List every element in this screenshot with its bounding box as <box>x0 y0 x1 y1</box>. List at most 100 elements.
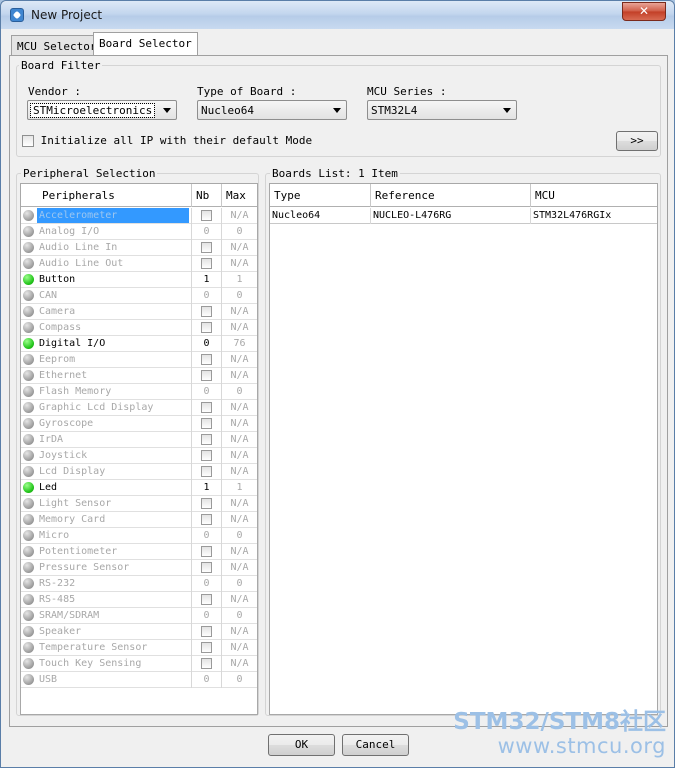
ok-button[interactable]: OK <box>268 734 335 756</box>
peripheral-checkbox[interactable] <box>201 354 212 365</box>
column-reference[interactable]: Reference <box>371 184 531 207</box>
peripheral-name-cell: Flash Memory <box>21 384 192 400</box>
tab-mcu-selector[interactable]: MCU Selector <box>11 35 103 56</box>
table-row[interactable]: Light Sensor N/A <box>21 496 257 512</box>
peripheral-name-cell: Analog I/O <box>21 224 192 240</box>
peripheral-checkbox[interactable] <box>201 562 212 573</box>
peripheral-nb-cell <box>192 320 222 336</box>
table-row[interactable]: Nucleo64 NUCLEO-L476RG STM32L476RGIx <box>270 208 657 224</box>
peripheral-checkbox[interactable] <box>201 658 212 669</box>
peripheral-name: Light Sensor <box>39 498 112 509</box>
column-type[interactable]: Type <box>270 184 371 207</box>
table-row[interactable]: Camera N/A <box>21 304 257 320</box>
peripheral-checkbox[interactable] <box>201 514 212 525</box>
table-row[interactable]: RS-232 0 0 <box>21 576 257 592</box>
status-inactive-icon <box>23 578 34 589</box>
peripheral-max-value: 1 <box>236 274 243 285</box>
status-inactive-icon <box>23 466 34 477</box>
status-inactive-icon <box>23 530 34 541</box>
table-row[interactable]: Ethernet N/A <box>21 368 257 384</box>
peripheral-checkbox[interactable] <box>201 306 212 317</box>
peripheral-checkbox[interactable] <box>201 642 212 653</box>
peripheral-checkbox[interactable] <box>201 450 212 461</box>
peripheral-name: IrDA <box>39 434 64 445</box>
peripheral-checkbox[interactable] <box>201 466 212 477</box>
peripheral-checkbox[interactable] <box>201 370 212 381</box>
table-row[interactable]: RS-485 N/A <box>21 592 257 608</box>
peripheral-nb-value[interactable]: 1 <box>192 480 222 496</box>
table-row[interactable]: Graphic Lcd Display N/A <box>21 400 257 416</box>
status-inactive-icon <box>23 562 34 573</box>
table-row[interactable]: Analog I/O 0 0 <box>21 224 257 240</box>
init-ip-checkbox[interactable] <box>22 135 34 147</box>
peripheral-name-cell: RS-485 <box>21 592 192 608</box>
column-mcu[interactable]: MCU <box>531 184 657 207</box>
column-peripherals[interactable]: Peripherals <box>21 184 192 207</box>
peripheral-checkbox[interactable] <box>201 626 212 637</box>
table-row[interactable]: Speaker N/A <box>21 624 257 640</box>
peripheral-checkbox[interactable] <box>201 434 212 445</box>
title-bar[interactable]: New Project ✕ <box>1 1 674 29</box>
table-row[interactable]: Gyroscope N/A <box>21 416 257 432</box>
tab-board-selector[interactable]: Board Selector <box>93 32 198 56</box>
peripheral-nb-value: 0 <box>192 576 222 592</box>
table-row[interactable]: Joystick N/A <box>21 448 257 464</box>
table-row[interactable]: Accelerometer N/A <box>21 208 257 224</box>
peripheral-name: Touch Key Sensing <box>39 658 142 669</box>
vendor-select[interactable]: STMicroelectronics <box>27 100 177 120</box>
peripheral-checkbox[interactable] <box>201 242 212 253</box>
peripheral-max-value: N/A <box>230 354 249 365</box>
table-row[interactable]: Temperature Sensor N/A <box>21 640 257 656</box>
status-inactive-icon <box>23 642 34 653</box>
table-row[interactable]: Pressure Sensor N/A <box>21 560 257 576</box>
type-of-board-select[interactable]: Nucleo64 <box>197 100 347 120</box>
peripheral-nb-value: 0 <box>192 528 222 544</box>
column-max[interactable]: Max <box>222 184 257 207</box>
peripheral-name-cell: Audio Line Out <box>21 256 192 272</box>
peripheral-checkbox[interactable] <box>201 258 212 269</box>
peripheral-max-value: N/A <box>230 498 249 509</box>
table-row[interactable]: Eeprom N/A <box>21 352 257 368</box>
peripheral-nb-cell <box>192 544 222 560</box>
table-row[interactable]: IrDA N/A <box>21 432 257 448</box>
window-title: New Project <box>31 8 103 22</box>
table-row[interactable]: Audio Line In N/A <box>21 240 257 256</box>
peripheral-nb-value: 0 <box>192 608 222 624</box>
peripheral-max-value: 0 <box>236 610 243 621</box>
table-row[interactable]: SRAM/SDRAM 0 0 <box>21 608 257 624</box>
peripheral-checkbox[interactable] <box>201 546 212 557</box>
close-button[interactable]: ✕ <box>622 2 666 21</box>
peripheral-checkbox[interactable] <box>201 210 212 221</box>
mcu-series-select[interactable]: STM32L4 <box>367 100 517 120</box>
table-row[interactable]: Lcd Display N/A <box>21 464 257 480</box>
table-row[interactable]: Digital I/O 0 76 <box>21 336 257 352</box>
table-row[interactable]: Touch Key Sensing N/A <box>21 656 257 672</box>
peripheral-checkbox[interactable] <box>201 498 212 509</box>
peripheral-checkbox[interactable] <box>201 594 212 605</box>
table-row[interactable]: Potentiometer N/A <box>21 544 257 560</box>
table-row[interactable]: Compass N/A <box>21 320 257 336</box>
table-row[interactable]: Memory Card N/A <box>21 512 257 528</box>
peripheral-max-value: N/A <box>230 434 249 445</box>
status-inactive-icon <box>23 386 34 397</box>
table-row[interactable]: USB 0 0 <box>21 672 257 688</box>
status-inactive-icon <box>23 210 34 221</box>
peripheral-checkbox[interactable] <box>201 322 212 333</box>
table-row[interactable]: Flash Memory 0 0 <box>21 384 257 400</box>
expand-button[interactable]: >> <box>616 131 658 151</box>
peripheral-nb-cell <box>192 512 222 528</box>
peripheral-checkbox[interactable] <box>201 418 212 429</box>
peripheral-checkbox[interactable] <box>201 402 212 413</box>
table-row[interactable]: Micro 0 0 <box>21 528 257 544</box>
column-nb[interactable]: Nb <box>192 184 222 207</box>
table-row[interactable]: CAN 0 0 <box>21 288 257 304</box>
init-ip-option[interactable]: Initialize all IP with their default Mod… <box>22 134 312 147</box>
table-row[interactable]: Led 1 1 <box>21 480 257 496</box>
peripheral-nb-value[interactable]: 0 <box>192 336 222 352</box>
table-row[interactable]: Button 1 1 <box>21 272 257 288</box>
table-row[interactable]: Audio Line Out N/A <box>21 256 257 272</box>
peripheral-nb-value[interactable]: 1 <box>192 272 222 288</box>
cancel-button[interactable]: Cancel <box>342 734 409 756</box>
boards-table: Type Reference MCU Nucleo64 NUCLEO-L476R… <box>269 183 658 715</box>
vendor-label: Vendor : <box>28 85 81 98</box>
